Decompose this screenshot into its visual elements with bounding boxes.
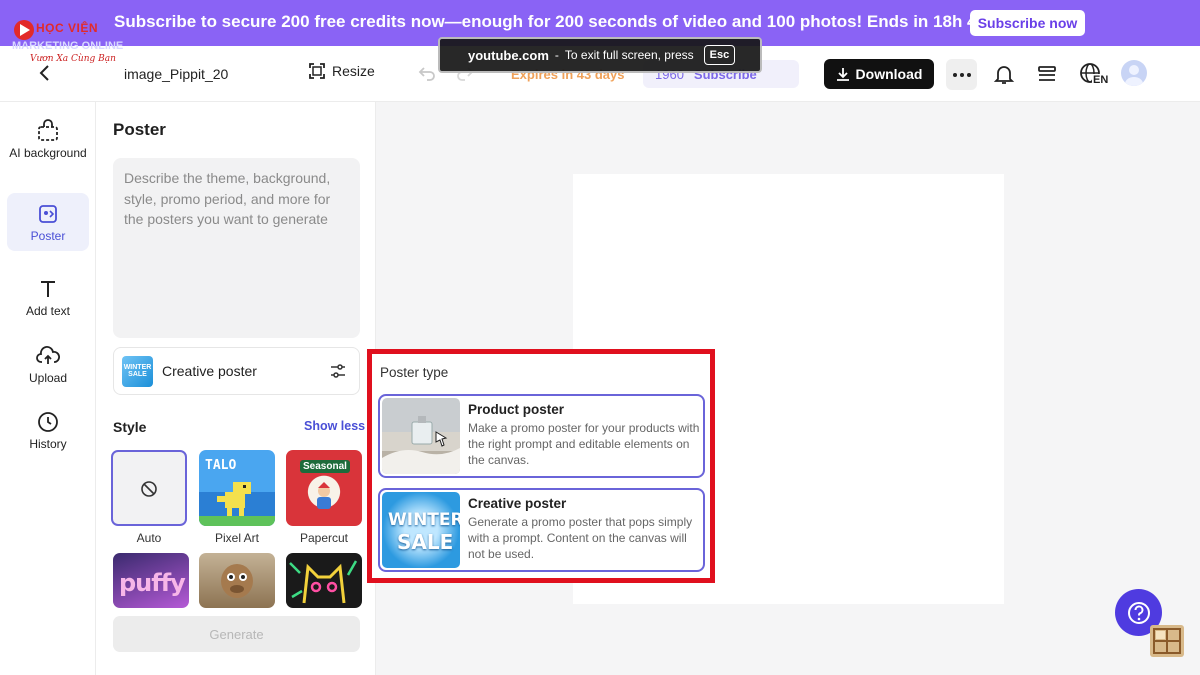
ai-background-icon [38,119,58,141]
question-icon [1127,601,1150,624]
download-icon [836,68,849,81]
creative-poster-thumbnail: WINTER SALE [382,492,460,568]
language-code: EN [1092,74,1110,86]
clay-character-icon [221,564,253,598]
product-poster-description: Make a promo poster for your products wi… [468,421,700,467]
product-poster-title: Product poster [468,402,565,417]
promo-text: Subscribe to secure 200 free credits now… [114,12,1050,31]
rail-label: Poster [30,229,66,243]
watermark-line3: Vươn Xa Cùng Bạn [30,54,116,64]
popup-title: Poster type [380,365,449,380]
creative-poster-description: Generate a promo poster that pops simply… [468,515,693,561]
layers-icon[interactable] [1036,63,1058,85]
toast-message: To exit full screen, press [564,48,694,62]
style-pixel-art-tile[interactable]: TALO [199,450,275,526]
language-selector[interactable]: EN [1079,62,1110,88]
style-papercut-label: Papercut [299,531,349,545]
pixel-art-thumb-text: TALO [205,458,237,473]
watermark-logo: HỌC VIỆN MARKETING ONLINE Vươn Xa Cùng B… [12,19,124,67]
play-logo-icon [14,20,34,40]
user-icon [1125,65,1143,86]
toast-separator: - [554,48,559,62]
prompt-input[interactable]: Describe the theme, background, style, p… [113,158,360,338]
style-puffy-tile[interactable]: puffy [113,553,189,608]
grid-widget-icon [1153,628,1181,654]
style-heading: Style [113,419,147,435]
download-button[interactable]: Download [824,59,934,89]
style-auto-tile[interactable] [111,450,187,526]
no-style-icon [141,481,157,497]
papercut-figure-icon [317,482,331,509]
rail-item-add-text[interactable]: Add text [7,278,89,319]
creative-poster-title: Creative poster [468,496,567,511]
pixel-dino-icon [217,482,251,516]
toast-site: youtube.com [468,47,549,63]
history-icon [38,412,58,432]
more-options-button[interactable] [946,59,977,90]
more-dots-icon [952,72,971,77]
fullscreen-toast: youtube.com - To exit full screen, press… [438,37,762,73]
download-label: Download [855,66,923,82]
panel-title: Poster [113,120,166,139]
poster-type-popup: Poster type Product poster Make a promo … [367,349,715,583]
creative-thumb-text-1: WINTER [388,510,460,530]
rail-item-upload[interactable]: Upload [7,345,89,386]
resize-label: Resize [332,63,375,79]
rail-item-ai-background[interactable]: AI background [7,118,89,182]
pixel-ground [199,516,275,526]
rail-label: Add text [25,304,71,318]
corner-widget-icon[interactable] [1150,625,1184,657]
product-poster-option[interactable]: Product poster Make a promo poster for y… [378,394,705,478]
resize-button[interactable]: Resize [308,62,375,80]
style-clay-tile[interactable] [199,553,275,608]
style-pixel-art-label: Pixel Art [214,531,259,545]
show-less-link[interactable]: Show less [304,419,365,433]
rail-label: AI background [9,146,87,160]
generate-button[interactable]: Generate [113,616,360,652]
left-rail: AI background Poster Add text Upload His… [0,102,96,675]
watermark-line1: HỌC VIỆN [36,21,99,35]
creative-thumb-text-2: SALE [397,530,454,554]
poster-type-selector[interactable]: WINTER SALE Creative poster [113,347,360,395]
resize-icon [309,63,325,79]
product-poster-thumbnail [382,398,460,474]
poster-icon [39,205,57,223]
poster-type-label: Creative poster [162,363,257,379]
poster-panel: Poster Describe the theme, background, s… [96,102,376,675]
esc-key: Esc [703,45,736,65]
perfume-bottle-icon [382,416,460,474]
upload-icon [36,346,60,364]
rail-label: History [29,437,67,451]
subscribe-now-button[interactable]: Subscribe now [970,10,1085,36]
style-papercut-tile[interactable]: Seasonal [286,450,362,526]
app-root: Subscribe to secure 200 free credits now… [0,0,1200,675]
settings-sliders-icon[interactable] [330,363,346,379]
watermark-line2: MARKETING ONLINE [12,40,124,52]
text-icon [41,281,55,297]
file-name[interactable]: image_Pippit_20 [124,66,228,82]
rail-item-history[interactable]: History [7,411,89,452]
bell-icon[interactable] [993,63,1015,85]
puffy-thumb-text: puffy [119,569,186,597]
papercut-thumb-text: Seasonal [300,460,350,473]
creative-poster-option[interactable]: WINTER SALE Creative poster Generate a p… [378,488,705,572]
style-auto-label: Auto [136,531,162,545]
rail-item-poster[interactable]: Poster [7,193,89,251]
rail-label: Upload [28,371,68,385]
avatar[interactable] [1121,60,1147,86]
style-neon-tile[interactable] [286,553,362,608]
poster-type-thumbnail: WINTER SALE [122,355,153,387]
undo-icon[interactable] [418,64,436,82]
neon-cat-icon [289,560,358,604]
